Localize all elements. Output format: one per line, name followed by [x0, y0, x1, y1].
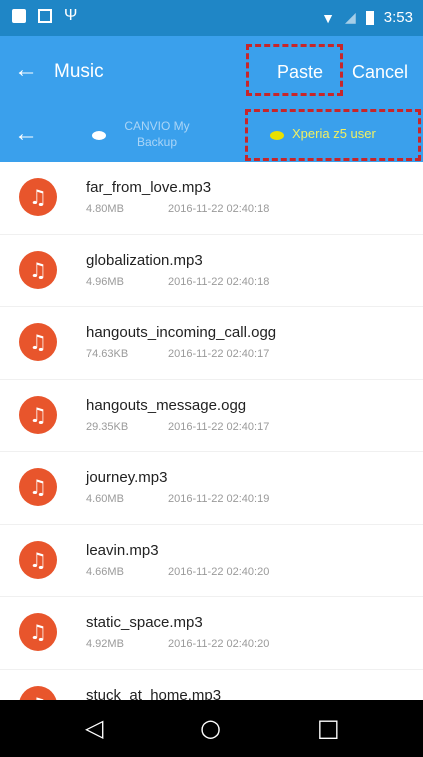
file-date: 2016-11-22 02:40:18	[168, 203, 270, 215]
file-size: 4.92MB	[86, 638, 124, 650]
file-name: stuck_at_home.mp3	[86, 686, 222, 701]
file-size: 4.80MB	[86, 203, 124, 215]
file-row[interactable]: ♫ globalization.mp3 4.96MB 2016-11-22 02…	[0, 235, 423, 307]
back-arrow-icon[interactable]: ←	[14, 58, 38, 82]
file-date: 2016-11-22 02:40:19	[168, 493, 270, 505]
app-bar: ← Music Paste Cancel	[0, 36, 423, 108]
breadcrumb-source[interactable]: CANVIO My Backup	[122, 118, 192, 150]
file-date: 2016-11-22 02:40:17	[168, 420, 270, 433]
wifi-icon: ▼	[321, 9, 336, 26]
destination-highlight-box	[245, 109, 421, 161]
nav-home-icon[interactable]: ○	[200, 714, 221, 742]
music-note-icon: ♫	[19, 613, 57, 651]
page-title: Music	[54, 61, 104, 82]
file-name: leavin.mp3	[86, 541, 159, 559]
file-row[interactable]: ♫ far_from_love.mp3 4.80MB 2016-11-22 02…	[0, 162, 423, 235]
music-note-icon: ♫	[19, 250, 57, 289]
usb-icon: Ψ	[64, 7, 78, 24]
music-note-icon: ♫	[19, 395, 57, 434]
path-back-arrow-icon[interactable]: ←	[14, 120, 38, 148]
image-icon	[38, 9, 52, 23]
status-time: 3:53	[383, 9, 413, 26]
music-note-icon: ♫	[19, 178, 57, 216]
file-row[interactable]: ♫ hangouts_incoming_call.ogg 74.63KB 201…	[0, 307, 423, 380]
file-row[interactable]: ♫ stuck_at_home.mp3	[0, 670, 423, 701]
file-name: static_space.mp3	[86, 614, 203, 631]
file-row[interactable]: ♫ static_space.mp3 4.92MB 2016-11-22 02:…	[0, 597, 423, 670]
file-list[interactable]: ♫ far_from_love.mp3 4.80MB 2016-11-22 02…	[0, 162, 423, 700]
file-row[interactable]: ♫ leavin.mp3 4.66MB 2016-11-22 02:40:20	[0, 525, 423, 597]
file-name: hangouts_incoming_call.ogg	[86, 324, 277, 341]
signal-icon: ◢	[345, 9, 356, 25]
file-name: hangouts_message.ogg	[86, 396, 247, 414]
file-size: 74.63KB	[86, 348, 129, 360]
file-size: 4.66MB	[86, 565, 124, 578]
file-size: 29.35KB	[86, 420, 129, 433]
nav-back-icon[interactable]: ◁	[85, 714, 103, 742]
cancel-button[interactable]: Cancel	[352, 62, 408, 83]
file-date: 2016-11-22 02:40:18	[168, 275, 270, 288]
system-nav-bar: ◁ ○ □	[0, 700, 423, 757]
music-note-icon: ♫	[19, 685, 57, 700]
nav-recents-icon[interactable]: □	[317, 714, 340, 742]
notification-square-icon	[12, 9, 26, 23]
status-bar: Ψ ▼ ◢ 3:53	[0, 0, 423, 36]
file-row[interactable]: ♫ hangouts_message.ogg 29.35KB 2016-11-2…	[0, 380, 423, 452]
file-row[interactable]: ♫ journey.mp3 4.60MB 2016-11-22 02:40:19	[0, 452, 423, 525]
music-note-icon: ♫	[19, 323, 57, 361]
file-date: 2016-11-22 02:40:20	[168, 565, 270, 578]
file-name: journey.mp3	[86, 469, 168, 486]
file-date: 2016-11-22 02:40:20	[168, 638, 270, 650]
paste-highlight-box	[246, 44, 343, 96]
battery-icon	[365, 10, 374, 25]
file-date: 2016-11-22 02:40:17	[168, 348, 270, 360]
storage-source-icon	[92, 131, 106, 140]
file-size: 4.96MB	[86, 275, 124, 288]
file-size: 4.60MB	[86, 493, 124, 505]
file-name: far_from_love.mp3	[86, 179, 212, 196]
music-note-icon: ♫	[19, 540, 57, 579]
music-note-icon: ♫	[19, 468, 57, 506]
file-name: globalization.mp3	[86, 251, 203, 269]
